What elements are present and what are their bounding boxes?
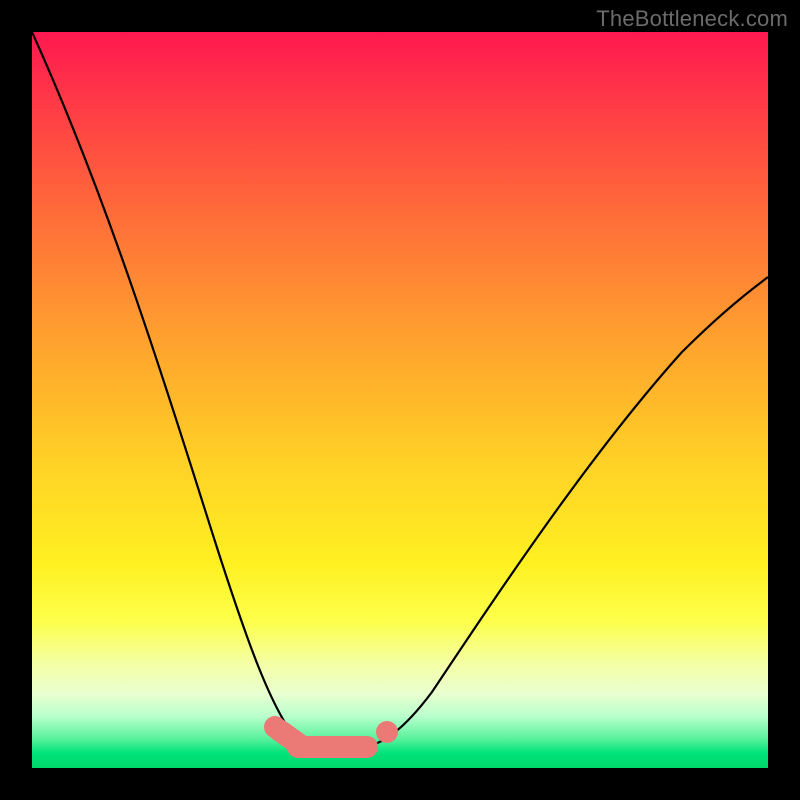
marker-dot-right <box>376 721 398 743</box>
right-curve <box>362 277 768 748</box>
curves-layer <box>32 32 768 768</box>
plot-frame <box>0 0 800 800</box>
left-curve <box>32 32 330 749</box>
chart-container: TheBottleneck.com <box>0 0 800 800</box>
watermark-label: TheBottleneck.com <box>596 6 788 32</box>
plot-area <box>32 32 768 768</box>
marker-dot-left-lower <box>275 724 297 746</box>
